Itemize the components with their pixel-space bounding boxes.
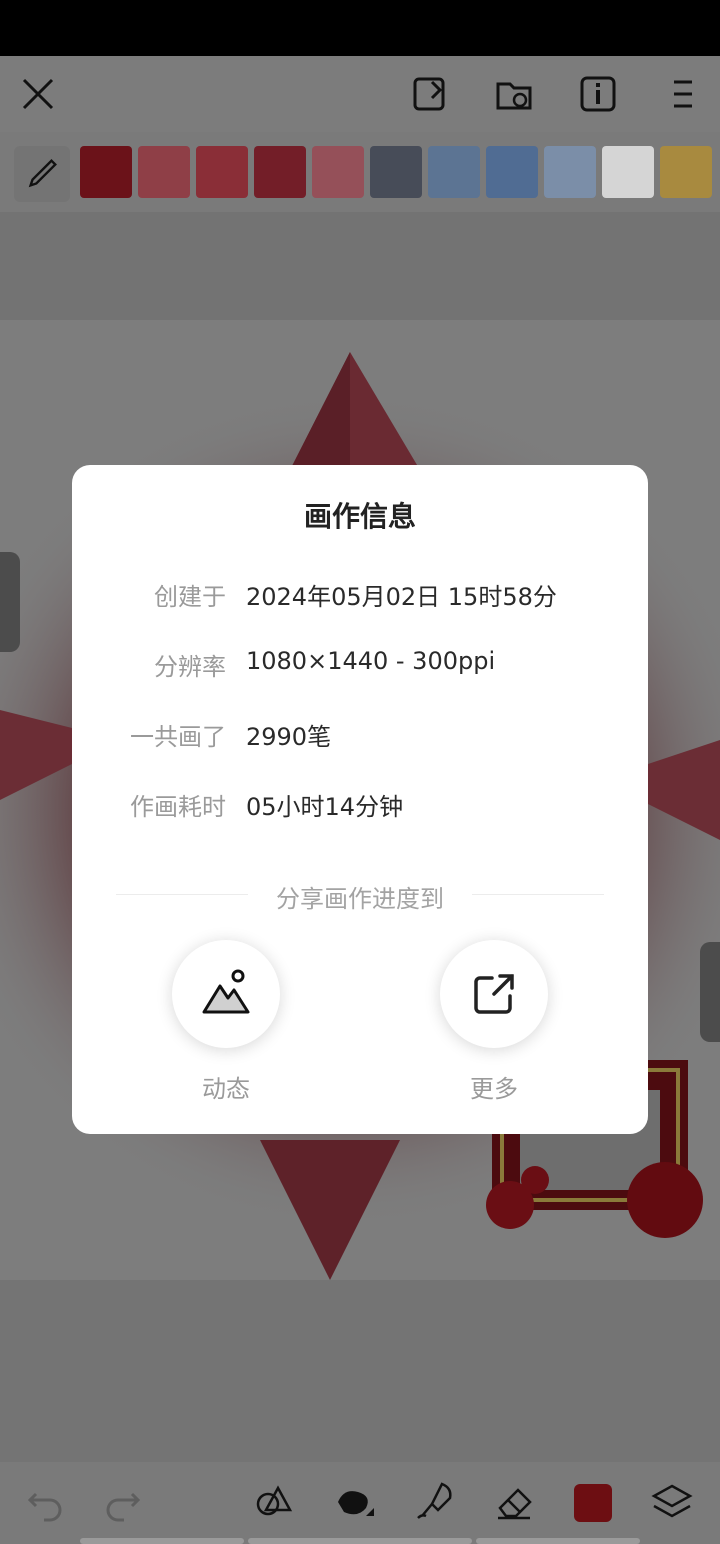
canvas-margin	[0, 212, 720, 320]
artwork-info-dialog: 画作信息 创建于 2024年05月02日 15时58分 分辨率 1080×144…	[72, 465, 648, 1134]
stroke-count-value: 2990笔	[246, 723, 332, 751]
palette-swatch[interactable]	[196, 146, 248, 198]
stroke-count-label: 一共画了	[130, 723, 226, 751]
share-to-feed-label: 动态	[202, 1075, 250, 1103]
divider-right	[472, 894, 604, 895]
palette-swatch[interactable]	[486, 146, 538, 198]
share-caption: 分享画作进度到	[276, 885, 444, 913]
status-bar	[0, 0, 720, 56]
share-to-feed-button[interactable]	[172, 940, 280, 1048]
nav-indicator	[248, 1538, 472, 1544]
top-toolbar	[0, 56, 720, 132]
drawing-time-label: 作画耗时	[130, 793, 226, 821]
nav-indicator	[80, 1538, 244, 1544]
smudge-icon[interactable]	[410, 1478, 458, 1526]
canvas-edit-icon[interactable]	[408, 72, 452, 116]
created-at-label: 创建于	[154, 583, 226, 611]
shapes-icon[interactable]	[250, 1478, 298, 1526]
created-at-value: 2024年05月02日 15时58分	[246, 583, 557, 611]
palette-swatch[interactable]	[80, 146, 132, 198]
bottom-toolbar	[0, 1462, 720, 1544]
palette-swatch[interactable]	[660, 146, 712, 198]
external-share-icon	[474, 974, 514, 1014]
eyedropper-icon[interactable]	[14, 146, 70, 202]
drawing-time-value: 05小时14分钟	[246, 793, 404, 821]
palette-swatch[interactable]	[254, 146, 306, 198]
palette-swatch[interactable]	[138, 146, 190, 198]
redo-icon[interactable]	[98, 1478, 146, 1526]
menu-icon[interactable]	[660, 72, 704, 116]
resolution-value: 1080×1440 - 300ppi	[246, 647, 496, 675]
brush-size-slider-handle[interactable]	[0, 552, 20, 652]
share-more-label: 更多	[470, 1075, 518, 1103]
undo-icon[interactable]	[22, 1478, 70, 1526]
current-color-swatch[interactable]	[574, 1484, 612, 1522]
cloud-folder-icon[interactable]	[492, 72, 536, 116]
canvas-margin-bottom	[0, 1280, 720, 1462]
palette-swatch[interactable]	[312, 146, 364, 198]
share-more-button[interactable]	[440, 940, 548, 1048]
mountain-photo-icon	[202, 969, 250, 1014]
color-palette	[0, 132, 720, 212]
brush-icon[interactable]	[330, 1478, 378, 1526]
palette-swatch[interactable]	[428, 146, 480, 198]
palette-swatch[interactable]	[370, 146, 422, 198]
opacity-slider-handle[interactable]	[700, 942, 720, 1042]
close-icon[interactable]	[16, 72, 60, 116]
eraser-icon[interactable]	[490, 1478, 538, 1526]
nav-indicator	[476, 1538, 640, 1544]
palette-swatch[interactable]	[544, 146, 596, 198]
dialog-title: 画作信息	[303, 500, 416, 533]
layers-icon[interactable]	[648, 1478, 696, 1526]
resolution-label: 分辨率	[154, 653, 226, 681]
info-icon[interactable]	[576, 72, 620, 116]
palette-swatch[interactable]	[602, 146, 654, 198]
